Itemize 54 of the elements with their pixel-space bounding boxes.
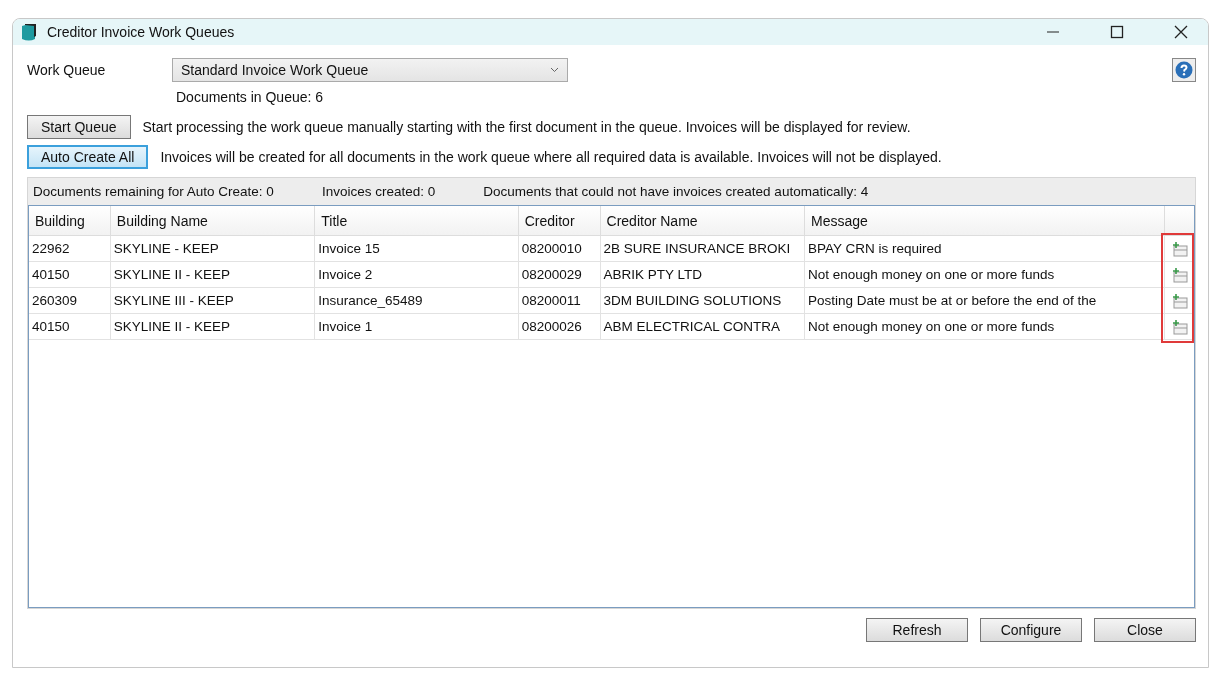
table-cell: 2B SURE INSURANCE BROKI <box>600 236 805 262</box>
table-cell: 3DM BUILDING SOLUTIONS <box>600 288 805 314</box>
chevron-down-icon <box>550 67 559 73</box>
table-cell: Posting Date must be at or before the end of the <box>805 288 1166 314</box>
table-cell: Not enough money on one or more funds <box>805 262 1166 288</box>
document-count: Documents in Queue: 6 <box>176 89 325 107</box>
table-cell: Not enough money on one or more funds <box>805 314 1166 340</box>
help-icon <box>1175 61 1193 79</box>
add-row-icon[interactable] <box>1171 292 1188 309</box>
table-cell: Insurance_65489 <box>315 288 519 314</box>
table-cell: 08200026 <box>518 314 601 340</box>
action-description: Start processing the work queue manually starting with the first document in the queue. Invoices will be displayed for review. <box>142 119 911 135</box>
database-icon <box>21 22 37 42</box>
table-cell: 40150 <box>29 314 111 340</box>
table-cell: SKYLINE II - KEEP <box>110 314 316 340</box>
work-queue-dropdown[interactable]: Standard Invoice Work Queue <box>172 58 568 82</box>
table-cell: SKYLINE II - KEEP <box>110 262 316 288</box>
column-header[interactable]: Building Name <box>110 206 316 236</box>
table-cell: 22962 <box>29 236 111 262</box>
field-label: Work Queue <box>27 62 107 78</box>
action-description: Invoices will be created for all documents in the work queue where all required data is available. Invoices will not be displayed. <box>160 149 942 165</box>
dialog-button[interactable]: Close <box>1094 618 1196 642</box>
dialog-button[interactable]: Refresh <box>866 618 968 642</box>
table-cell: Invoice 15 <box>315 236 519 262</box>
table-cell: 08200010 <box>518 236 601 262</box>
column-header[interactable]: Creditor Name <box>600 206 806 236</box>
table-cell: SKYLINE - KEEP <box>110 236 316 262</box>
table-cell: 40150 <box>29 262 111 288</box>
table-cell: SKYLINE III - KEEP <box>110 288 316 314</box>
maximize-icon[interactable] <box>1110 25 1124 39</box>
table-cell: ABRIK PTY LTD <box>600 262 805 288</box>
dialog-button[interactable]: Configure <box>980 618 1082 642</box>
table-cell: 08200011 <box>518 288 601 314</box>
column-header[interactable]: Creditor <box>518 206 601 236</box>
column-header[interactable]: Message <box>805 206 1166 236</box>
table-cell: ABM ELECTRICAL CONTRA <box>600 314 805 340</box>
add-row-icon[interactable] <box>1171 240 1188 257</box>
table-cell: 260309 <box>29 288 111 314</box>
action-button[interactable]: Auto Create All <box>27 145 149 169</box>
summary-text: Invoices created: 0 <box>321 184 436 199</box>
add-row-icon[interactable] <box>1171 266 1188 283</box>
column-header[interactable]: Building <box>29 206 111 236</box>
table-cell: Invoice 1 <box>315 314 519 340</box>
close-icon[interactable] <box>1174 25 1188 39</box>
table-cell: Invoice 2 <box>315 262 519 288</box>
help-button[interactable] <box>1172 58 1196 82</box>
column-header[interactable]: Title <box>315 206 519 236</box>
table-cell: 08200029 <box>518 262 601 288</box>
add-row-icon[interactable] <box>1171 318 1188 335</box>
window-title: Creditor Invoice Work Queues <box>47 24 235 40</box>
table-cell: BPAY CRN is required <box>805 236 1166 262</box>
summary-text: Documents that could not have invoices created automatically: 4 <box>483 184 869 199</box>
summary-text: Documents remaining for Auto Create: 0 <box>33 184 274 199</box>
action-button[interactable]: Start Queue <box>27 115 131 139</box>
